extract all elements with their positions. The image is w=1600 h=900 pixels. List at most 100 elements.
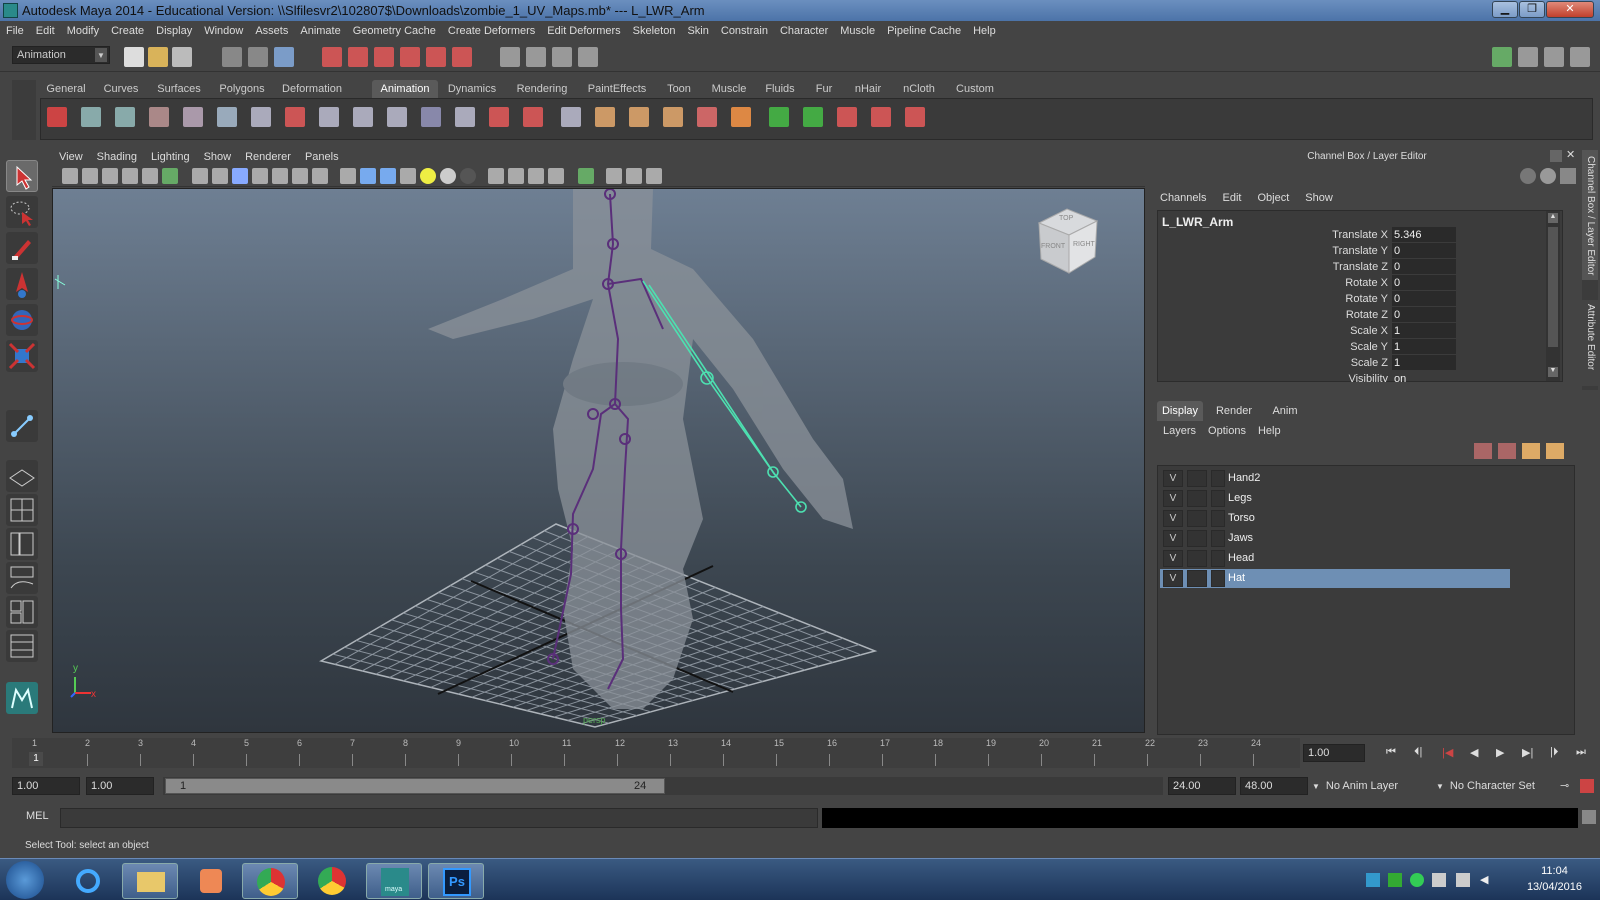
- character-set-dropdown[interactable]: ▼ No Character Set: [1436, 777, 1556, 795]
- channel-value[interactable]: 1: [1392, 339, 1456, 354]
- layer-color-swatch[interactable]: [1211, 470, 1225, 487]
- render-view-icon[interactable]: [526, 47, 546, 67]
- menu-create-deformers[interactable]: Create Deformers: [442, 21, 541, 42]
- menu-constrain[interactable]: Constrain: [715, 21, 774, 42]
- snap-point-icon[interactable]: [374, 47, 394, 67]
- layer-tab-anim[interactable]: Anim: [1265, 401, 1305, 421]
- layer-type-toggle[interactable]: [1187, 470, 1207, 487]
- command-input[interactable]: [60, 808, 818, 828]
- aim-constraint-icon[interactable]: [523, 107, 543, 127]
- resolution-gate-icon[interactable]: [232, 168, 248, 184]
- ik-spline-icon[interactable]: [115, 107, 135, 127]
- layer-tab-render[interactable]: Render: [1209, 401, 1259, 421]
- shelf-tab-polygons[interactable]: Polygons: [212, 80, 272, 98]
- menu-edit[interactable]: Edit: [30, 21, 61, 42]
- xray-components-icon[interactable]: [646, 168, 662, 184]
- scroll-up-icon[interactable]: ▲: [1548, 213, 1558, 223]
- restore-button[interactable]: ❐: [1519, 1, 1545, 18]
- tray-sync-icon[interactable]: [1410, 873, 1424, 887]
- lasso-tool-icon[interactable]: [6, 196, 38, 228]
- menu-animate[interactable]: Animate: [294, 21, 346, 42]
- grease-pencil-icon[interactable]: [162, 168, 178, 184]
- uv-editor-layout-icon[interactable]: [6, 630, 38, 662]
- shelf-tab-deformation[interactable]: Deformation: [276, 80, 348, 98]
- tray-display-icon[interactable]: [1456, 873, 1470, 887]
- menu-geometry-cache[interactable]: Geometry Cache: [347, 21, 442, 42]
- manip-icon[interactable]: [1540, 168, 1556, 184]
- view-cube[interactable]: TOP FRONT RIGHT: [1033, 203, 1103, 277]
- channel-value[interactable]: 0: [1392, 259, 1456, 274]
- snap-view-plane-icon[interactable]: [400, 47, 420, 67]
- layer-type-toggle[interactable]: [1187, 570, 1207, 587]
- shelf-tab-rendering[interactable]: Rendering: [510, 80, 574, 98]
- insert-joint-icon[interactable]: [285, 107, 305, 127]
- layer-color-swatch[interactable]: [1211, 510, 1225, 527]
- depth-of-field-icon[interactable]: [548, 168, 564, 184]
- script-editor-icon[interactable]: [1582, 810, 1596, 824]
- viewport-menu-renderer[interactable]: Renderer: [238, 148, 298, 167]
- channel-row[interactable]: Translate X 5.346: [1158, 227, 1498, 243]
- wireframe-icon[interactable]: [340, 168, 356, 184]
- layer-type-toggle[interactable]: [1187, 530, 1207, 547]
- channel-row[interactable]: Scale Z 1: [1158, 355, 1498, 371]
- isolate-select-icon[interactable]: [578, 168, 594, 184]
- point-constraint-icon[interactable]: [489, 107, 509, 127]
- layer-visibility-toggle[interactable]: V: [1163, 490, 1183, 507]
- scroll-thumb[interactable]: [1548, 227, 1558, 347]
- channel-row[interactable]: Scale Y 1: [1158, 339, 1498, 355]
- layer-visibility-toggle[interactable]: V: [1163, 550, 1183, 567]
- channel-value[interactable]: 0: [1392, 275, 1456, 290]
- camera-select-icon[interactable]: [62, 168, 78, 184]
- move-tool-icon[interactable]: [6, 268, 38, 300]
- shelf-tab-painteffects[interactable]: PaintEffects: [580, 80, 654, 98]
- tray-volume-icon[interactable]: ◀: [1480, 873, 1494, 887]
- tray-dropbox-icon[interactable]: [1366, 873, 1380, 887]
- film-gate-icon[interactable]: [212, 168, 228, 184]
- blend-shape-icon[interactable]: [663, 107, 683, 127]
- shelf-tab-surfaces[interactable]: Surfaces: [150, 80, 208, 98]
- character-icon[interactable]: [217, 107, 237, 127]
- cb-menu-channels[interactable]: Channels: [1152, 188, 1214, 208]
- remove-joint-icon[interactable]: [387, 107, 407, 127]
- lattice-icon[interactable]: [697, 107, 717, 127]
- set-key-icon[interactable]: [47, 107, 67, 127]
- channel-value[interactable]: 0: [1392, 291, 1456, 306]
- menu-modify[interactable]: Modify: [61, 21, 105, 42]
- channel-value[interactable]: on: [1392, 371, 1456, 382]
- cb-menu-show[interactable]: Show: [1297, 188, 1341, 208]
- close-button[interactable]: ✕: [1546, 1, 1594, 18]
- panel-close-icon[interactable]: ✕: [1566, 148, 1578, 162]
- open-scene-icon[interactable]: [148, 47, 168, 67]
- channel-row[interactable]: Visibility on: [1158, 371, 1498, 382]
- snap-grid-icon[interactable]: [322, 47, 342, 67]
- layer-row[interactable]: V Legs: [1160, 489, 1510, 508]
- scroll-down-icon[interactable]: ▼: [1548, 367, 1558, 377]
- create-empty-layer-icon[interactable]: [1522, 443, 1540, 459]
- play-forwards-icon[interactable]: ▶: [1496, 746, 1514, 762]
- human-ik-icon[interactable]: [183, 107, 203, 127]
- menu-assets[interactable]: Assets: [249, 21, 294, 42]
- taskbar-chrome-icon[interactable]: [242, 863, 298, 899]
- shelf-tab-fur[interactable]: Fur: [806, 80, 842, 98]
- tray-action-center-icon[interactable]: [1432, 873, 1446, 887]
- scale-tool-icon[interactable]: [6, 340, 38, 372]
- shadows-icon[interactable]: [440, 168, 456, 184]
- minimize-button[interactable]: ▁: [1492, 1, 1518, 18]
- menu-pipeline-cache[interactable]: Pipeline Cache: [881, 21, 967, 42]
- xray-icon[interactable]: [606, 168, 622, 184]
- rotate-tool-icon[interactable]: [6, 304, 38, 336]
- animation-end-field[interactable]: 48.00: [1240, 777, 1308, 795]
- layer-visibility-toggle[interactable]: V: [1163, 510, 1183, 527]
- ik-fk-icon[interactable]: [561, 107, 581, 127]
- ik-handle-icon[interactable]: [81, 107, 101, 127]
- layer-row[interactable]: V Hand2: [1160, 469, 1510, 488]
- attribute-editor-toggle-icon[interactable]: [1518, 47, 1538, 67]
- motion-blur-icon[interactable]: [508, 168, 524, 184]
- viewport-menu-lighting[interactable]: Lighting: [144, 148, 197, 167]
- cluster-icon[interactable]: [769, 107, 789, 127]
- menu-help[interactable]: Help: [967, 21, 1002, 42]
- ipr-render-icon[interactable]: [578, 47, 598, 67]
- step-forward-frame-icon[interactable]: |⏵: [1550, 746, 1568, 762]
- viewport-menu-view[interactable]: View: [52, 148, 90, 167]
- wireframe-on-shaded-icon[interactable]: [380, 168, 396, 184]
